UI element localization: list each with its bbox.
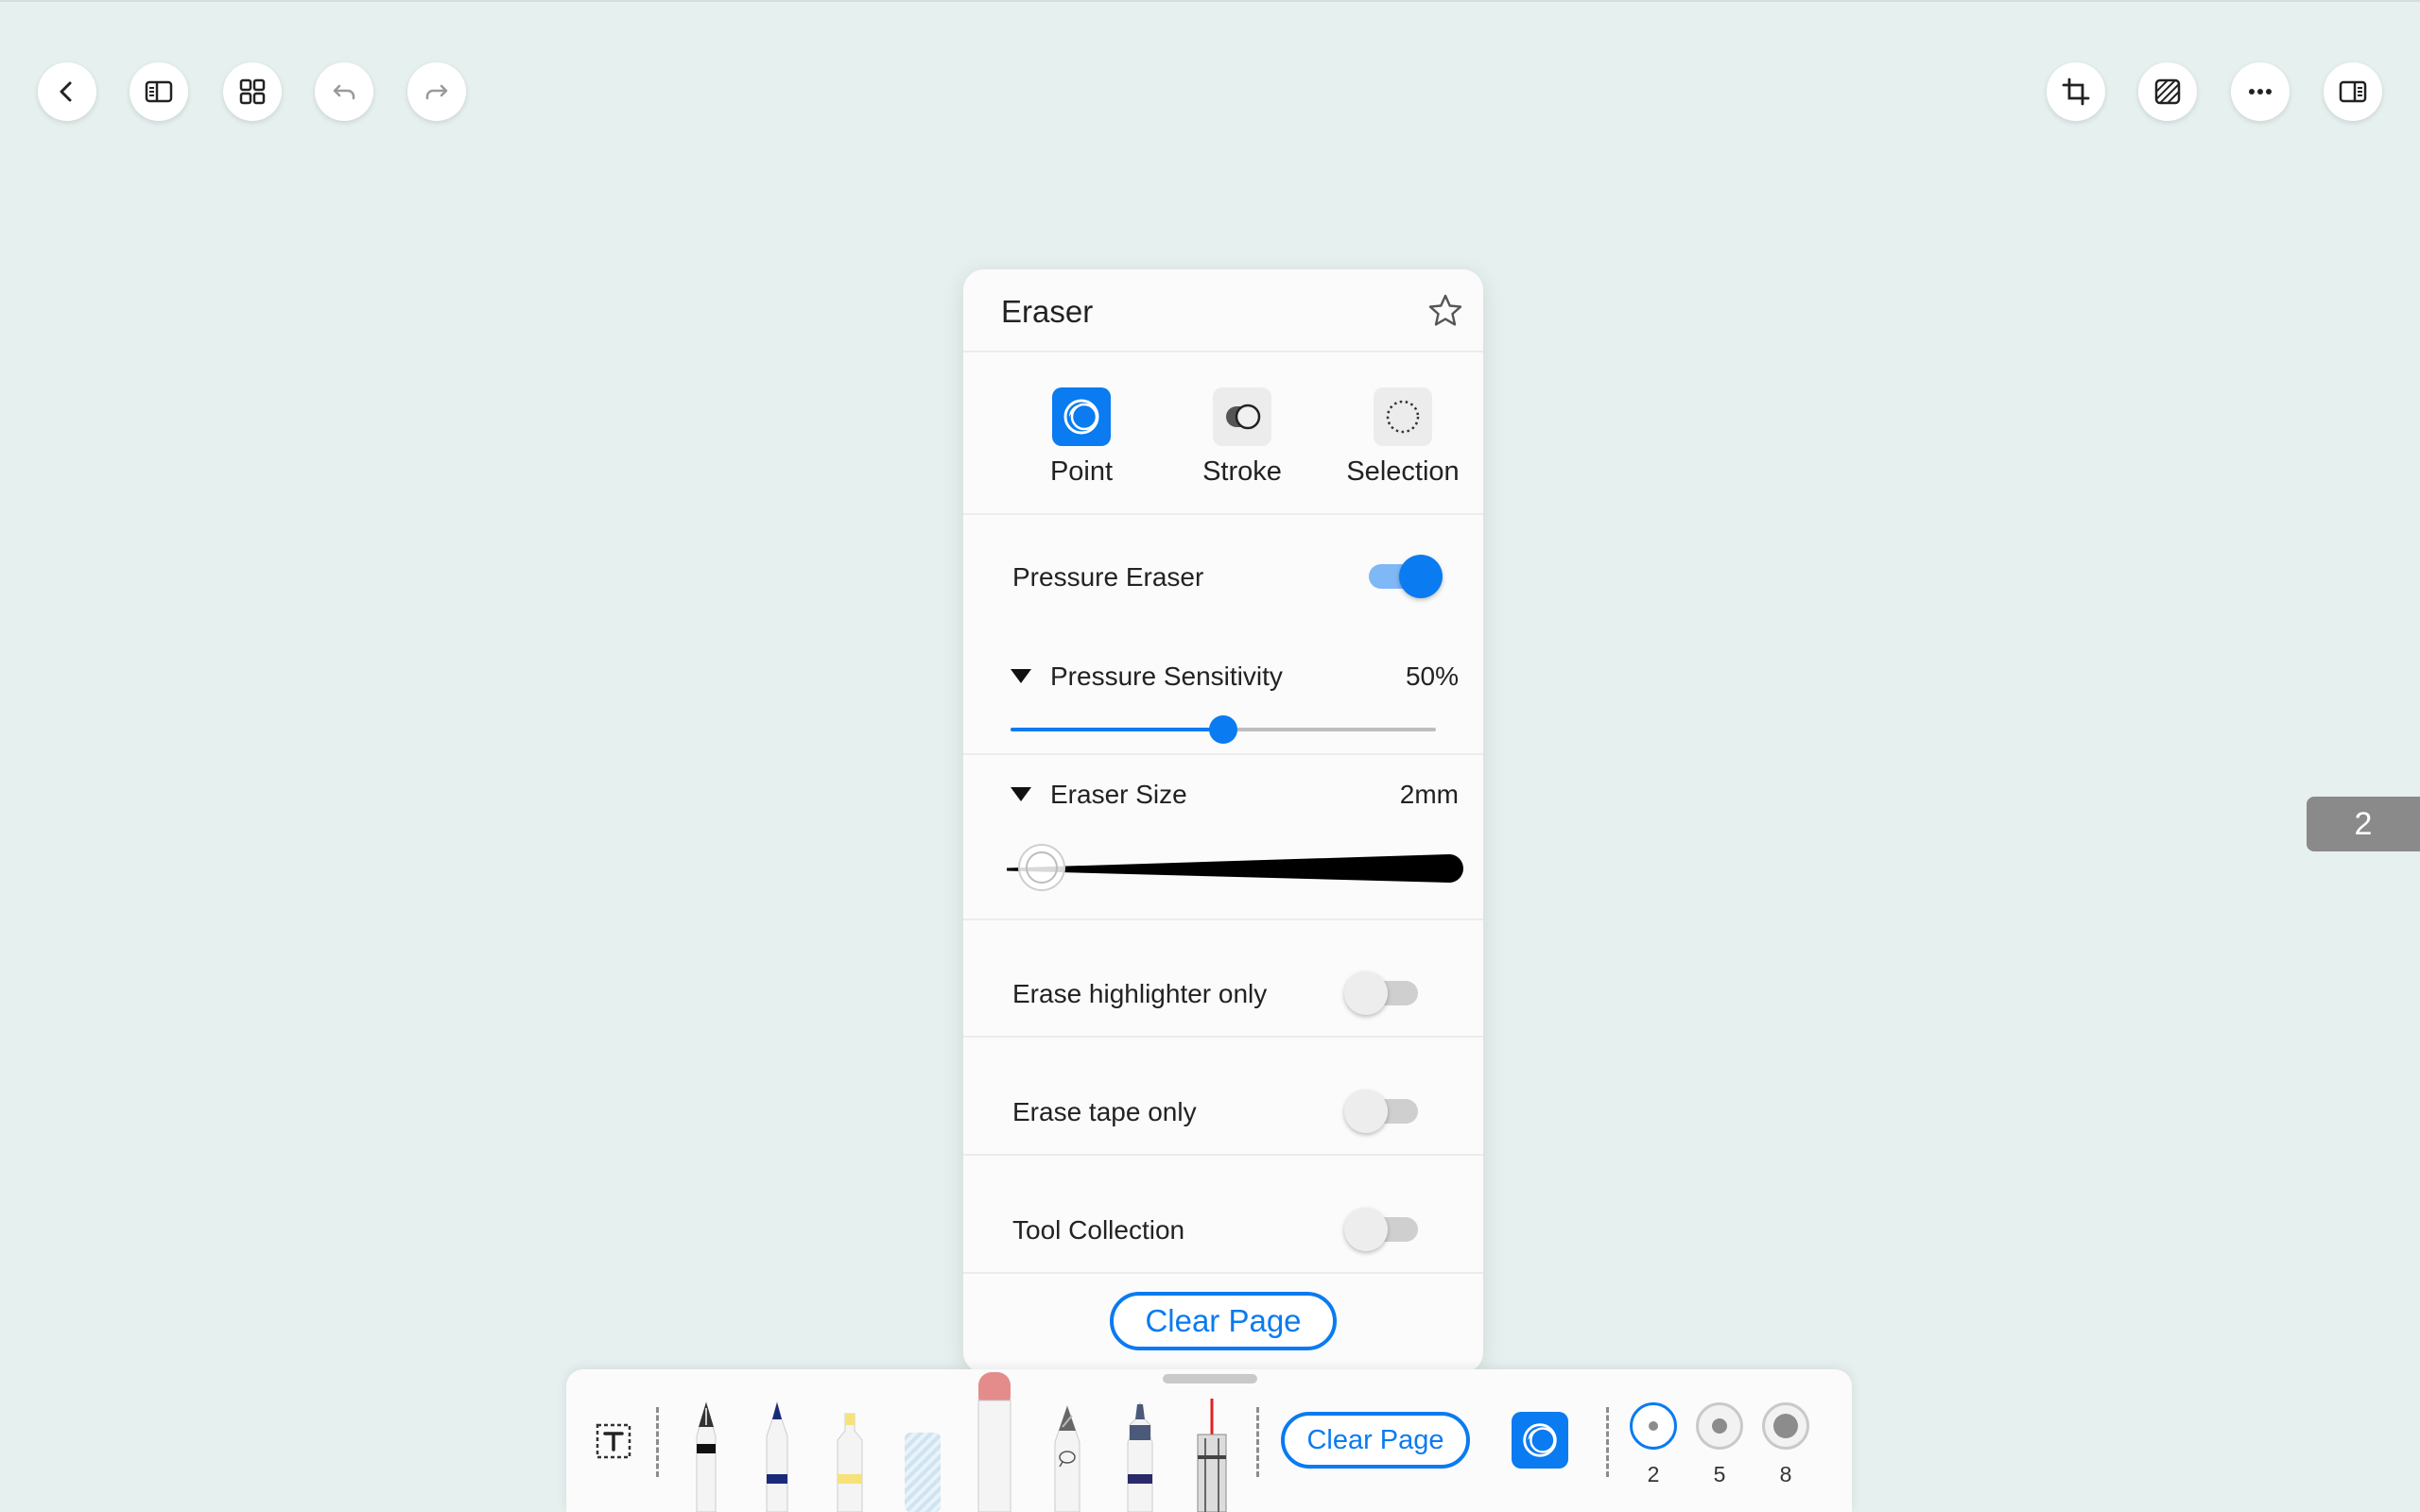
back-button[interactable] [38, 62, 96, 121]
undo-icon [333, 84, 355, 100]
divider [963, 1154, 1483, 1156]
pressure-sensitivity-value: 50% [1405, 662, 1459, 691]
crop-icon [2062, 77, 2090, 106]
size-option-label: 5 [1713, 1462, 1726, 1486]
pressure-sensitivity-slider-fill [1011, 728, 1223, 731]
pressure-sensitivity-slider-thumb[interactable] [1209, 715, 1237, 744]
more-button[interactable] [2231, 62, 2290, 121]
size-dot-inner [1649, 1421, 1658, 1431]
mode-point[interactable]: Point [1001, 354, 1162, 515]
eraser-size-option-8[interactable] [1762, 1402, 1809, 1450]
slider-thumb-ring [1026, 851, 1058, 884]
text-box-tool-icon[interactable] [595, 1422, 632, 1460]
erase-tape-only-label: Erase tape only [1012, 1097, 1197, 1126]
point-eraser-icon [1523, 1423, 1557, 1457]
eraser-tool[interactable] [971, 1370, 1018, 1512]
collapse-triangle-icon[interactable] [1011, 669, 1031, 683]
background-pattern-icon [2154, 78, 2181, 105]
tool-collection-label: Tool Collection [1012, 1215, 1185, 1245]
toggle-knob [1399, 555, 1443, 598]
background-pattern-button[interactable] [2138, 62, 2197, 121]
marker-pen-tool[interactable] [753, 1399, 801, 1512]
undo-button[interactable] [315, 62, 373, 121]
tool-collection-toggle[interactable] [1344, 1208, 1424, 1251]
split-view-button[interactable] [2324, 62, 2382, 121]
panel-title: Eraser [1001, 294, 1094, 329]
erase-highlighter-only-toggle[interactable] [1344, 971, 1424, 1015]
dock-eraser-mode-button[interactable] [1512, 1412, 1568, 1469]
pressure-sensitivity-label: Pressure Sensitivity [1050, 662, 1283, 691]
sidebar-toggle-button[interactable] [130, 62, 188, 121]
divider [963, 919, 1483, 920]
mode-stroke[interactable]: Stroke [1162, 354, 1322, 515]
size-dot-inner [1712, 1418, 1727, 1434]
erase-tape-only-toggle[interactable] [1344, 1090, 1424, 1133]
toggle-knob [1344, 1090, 1388, 1133]
eraser-size-slider-thumb[interactable] [1018, 844, 1065, 891]
window-top-border [0, 0, 2420, 2]
mode-selection-label: Selection [1346, 456, 1460, 487]
toggle-knob [1344, 1208, 1388, 1251]
pencil-lasso-tool[interactable] [1044, 1399, 1091, 1512]
eraser-size-option-5[interactable] [1696, 1402, 1743, 1450]
redo-button[interactable] [407, 62, 466, 121]
eraser-settings-panel: Eraser Point Stroke Selection Pressure E… [963, 269, 1483, 1373]
stroke-eraser-icon [1213, 387, 1271, 446]
panel-header: Eraser [963, 269, 1483, 352]
size-dot-inner [1773, 1414, 1798, 1438]
sidebar-toggle-icon [145, 80, 173, 103]
star-icon[interactable] [1425, 290, 1466, 332]
divider [963, 753, 1483, 755]
selection-eraser-icon [1374, 387, 1432, 446]
dock-clear-page-button[interactable]: Clear Page [1281, 1412, 1470, 1469]
tool-dock: Clear Page 2 5 8 [566, 1369, 1852, 1512]
eraser-size-option-2[interactable] [1630, 1402, 1677, 1450]
dock-drag-handle[interactable] [1163, 1374, 1257, 1383]
mode-selection[interactable]: Selection [1322, 354, 1483, 515]
fountain-pen-tool[interactable] [683, 1399, 730, 1512]
mode-stroke-label: Stroke [1202, 456, 1282, 487]
thumbnails-grid-icon [239, 78, 266, 105]
tape-tool[interactable] [899, 1399, 946, 1512]
redo-icon [425, 84, 448, 100]
divider [963, 1272, 1483, 1274]
eraser-mode-selector: Point Stroke Selection [963, 354, 1483, 515]
collapse-triangle-icon[interactable] [1011, 787, 1031, 801]
pressure-eraser-label: Pressure Eraser [1012, 562, 1204, 592]
highlighter-tool[interactable] [826, 1399, 873, 1512]
size-option-label: 2 [1647, 1462, 1660, 1486]
divider [963, 1036, 1483, 1038]
clear-page-button[interactable]: Clear Page [1110, 1292, 1337, 1350]
size-option-label: 8 [1779, 1462, 1792, 1486]
point-eraser-icon [1052, 387, 1111, 446]
mode-point-label: Point [1049, 456, 1114, 487]
crop-button[interactable] [2047, 62, 2105, 121]
eraser-size-label: Eraser Size [1050, 780, 1187, 809]
dock-separator [656, 1407, 659, 1477]
toggle-knob [1344, 971, 1388, 1015]
laser-pointer-tool[interactable] [1188, 1399, 1236, 1512]
more-icon [2249, 89, 2272, 94]
thumbnails-button[interactable] [223, 62, 282, 121]
dock-separator [1606, 1407, 1609, 1477]
erase-highlighter-only-label: Erase highlighter only [1012, 979, 1268, 1008]
dock-separator [1256, 1407, 1259, 1477]
brush-pen-tool[interactable] [1116, 1399, 1164, 1512]
eraser-size-value: 2mm [1399, 780, 1459, 809]
eraser-size-slider-track[interactable] [1005, 846, 1464, 893]
page-number-indicator[interactable]: 2 [2307, 797, 2420, 851]
split-view-icon [2339, 80, 2367, 103]
pressure-eraser-toggle[interactable] [1363, 555, 1443, 598]
back-icon [60, 81, 72, 102]
